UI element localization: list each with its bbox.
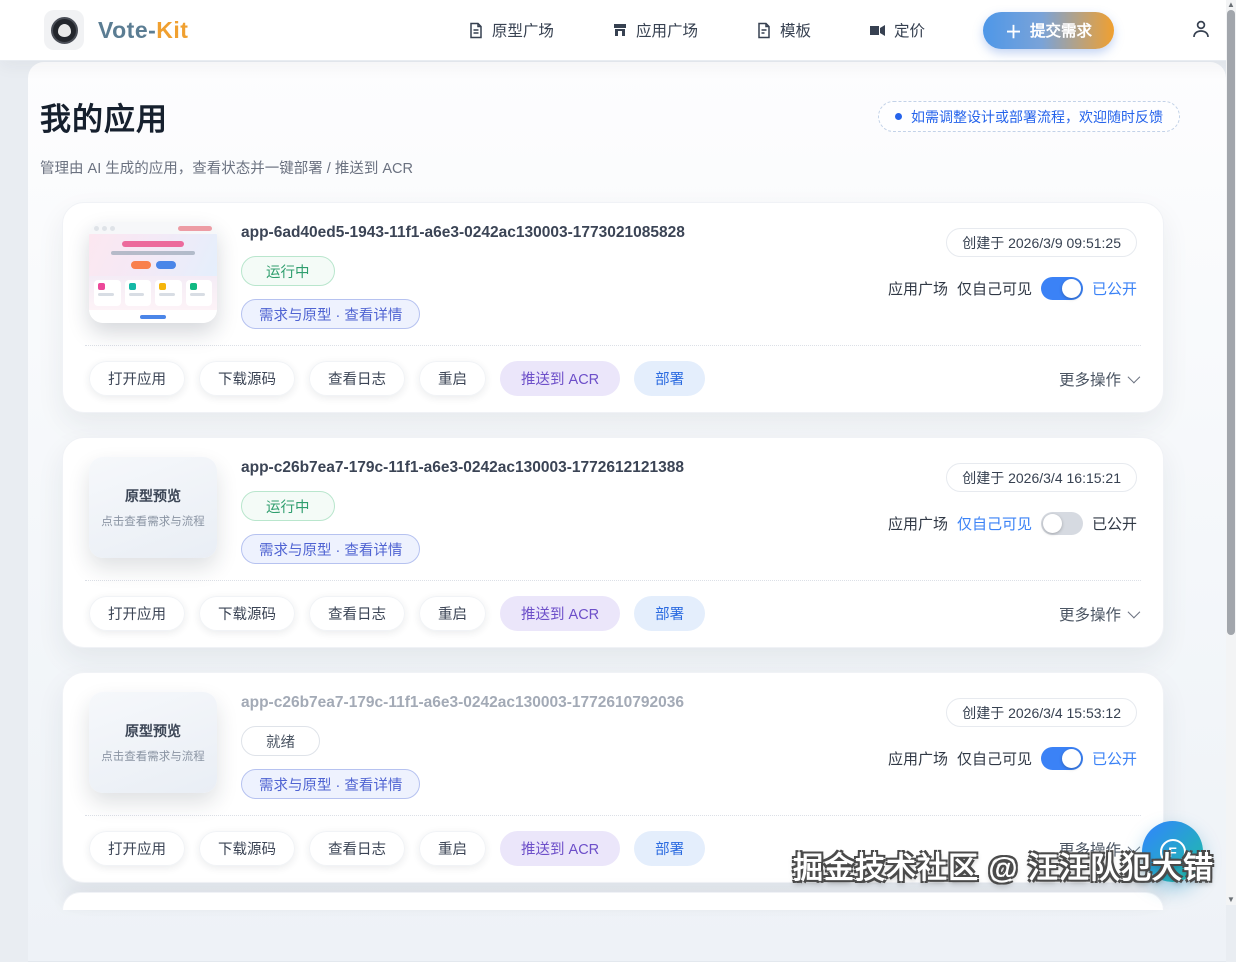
page-title: 我的应用: [40, 94, 168, 139]
more-actions-link[interactable]: 更多操作: [1059, 838, 1137, 860]
logo-coin-icon: [51, 17, 78, 44]
view-logs-button[interactable]: 查看日志: [309, 831, 405, 866]
published-label: 已公开: [1092, 278, 1137, 299]
status-badge: 运行中: [241, 491, 335, 521]
more-actions-link[interactable]: 更多操作: [1059, 368, 1137, 390]
nav-item-templates[interactable]: 模板: [756, 19, 811, 41]
pricing-tag-icon: [869, 23, 886, 38]
scrollbar-up-arrow[interactable]: ▲: [1226, 0, 1236, 10]
private-label: 仅自己可见: [957, 278, 1032, 299]
scrollbar-thumb[interactable]: [1227, 10, 1235, 635]
publish-toggle[interactable]: [1041, 277, 1083, 300]
created-at-badge: 创建于 2026/3/9 09:51:25: [946, 228, 1137, 257]
nav-item-pricing[interactable]: 定价: [869, 19, 925, 41]
vote-kit-logo[interactable]: [44, 10, 84, 50]
publish-toggle[interactable]: [1041, 512, 1083, 535]
private-label: 仅自己可见: [957, 513, 1032, 534]
push-acr-button[interactable]: 推送到 ACR: [500, 596, 620, 631]
download-source-button[interactable]: 下载源码: [199, 596, 295, 631]
download-source-button[interactable]: 下载源码: [199, 831, 295, 866]
feedback-float-button[interactable]: F: [1142, 821, 1203, 882]
app-card: 原型预览 点击查看需求与流程 app-c26b7ea7-179c-11f1-a6…: [62, 437, 1164, 648]
open-app-button[interactable]: 打开应用: [89, 361, 185, 396]
published-label: 已公开: [1092, 513, 1137, 534]
dotted-divider: [85, 815, 1141, 816]
created-at-badge: 创建于 2026/3/4 15:53:12: [946, 698, 1137, 727]
push-acr-button[interactable]: 推送到 ACR: [500, 831, 620, 866]
document-icon: [468, 22, 484, 39]
private-label: 仅自己可见: [957, 748, 1032, 769]
scrollbar-down-arrow[interactable]: ▼: [1226, 895, 1236, 905]
requirements-detail-link[interactable]: 需求与原型 · 查看详情: [241, 769, 420, 799]
brand-name: Vote-Kit: [98, 17, 188, 44]
visibility-row: 应用广场 仅自己可见 已公开: [888, 747, 1137, 770]
status-badge: 就绪: [241, 726, 320, 756]
visibility-row: 应用广场 仅自己可见 已公开: [888, 512, 1137, 535]
main-nav: 原型广场 应用广场 模板 定价 ＋ 提交需求: [468, 12, 1212, 49]
deploy-button[interactable]: 部署: [634, 596, 705, 631]
download-source-button[interactable]: 下载源码: [199, 361, 295, 396]
app-thumbnail-preview[interactable]: [89, 222, 217, 323]
feedback-tip-pill[interactable]: 如需调整设计或部署流程，欢迎随时反馈: [878, 101, 1180, 132]
restart-button[interactable]: 重启: [419, 361, 486, 396]
published-label: 已公开: [1092, 748, 1137, 769]
app-id: app-c26b7ea7-179c-11f1-a6e3-0242ac130003…: [241, 694, 684, 712]
feedback-icon: F: [1160, 839, 1186, 865]
open-app-button[interactable]: 打开应用: [89, 596, 185, 631]
created-at-badge: 创建于 2026/3/4 16:15:21: [946, 463, 1137, 492]
view-logs-button[interactable]: 查看日志: [309, 596, 405, 631]
chevron-down-icon: [1128, 841, 1141, 854]
status-badge: 运行中: [241, 256, 335, 286]
plus-icon: ＋: [1005, 18, 1022, 43]
app-card-list: app-6ad40ed5-1943-11f1-a6e3-0242ac130003…: [62, 202, 1164, 910]
user-icon: [1190, 18, 1212, 43]
view-logs-button[interactable]: 查看日志: [309, 361, 405, 396]
open-app-button[interactable]: 打开应用: [89, 831, 185, 866]
publish-toggle[interactable]: [1041, 747, 1083, 770]
page-subtitle: 管理由 AI 生成的应用，查看状态并一键部署 / 推送到 ACR: [40, 157, 1208, 178]
dotted-divider: [85, 580, 1141, 581]
more-actions-link[interactable]: 更多操作: [1059, 603, 1137, 625]
deploy-button[interactable]: 部署: [634, 361, 705, 396]
app-thumbnail-placeholder[interactable]: 原型预览 点击查看需求与流程: [89, 692, 217, 793]
chevron-down-icon: [1128, 371, 1141, 384]
submit-request-button[interactable]: ＋ 提交需求: [983, 12, 1114, 49]
top-navbar: Vote-Kit 原型广场 应用广场 模板 定价 ＋: [0, 0, 1236, 60]
app-card: app-6ad40ed5-1943-11f1-a6e3-0242ac130003…: [62, 202, 1164, 413]
visibility-row: 应用广场 仅自己可见 已公开: [888, 277, 1137, 300]
app-id: app-6ad40ed5-1943-11f1-a6e3-0242ac130003…: [241, 224, 685, 242]
push-acr-button[interactable]: 推送到 ACR: [500, 361, 620, 396]
storefront-icon: [612, 22, 628, 38]
user-profile-button[interactable]: [1190, 18, 1212, 43]
app-card: 原型预览 点击查看需求与流程 app-c26b7ea7-179c-11f1-a6…: [62, 672, 1164, 883]
blue-dot-icon: [895, 113, 902, 120]
next-app-card-peek: [62, 892, 1164, 910]
requirements-detail-link[interactable]: 需求与原型 · 查看详情: [241, 534, 420, 564]
nav-item-prototype-plaza[interactable]: 原型广场: [468, 19, 554, 41]
main-surface: 我的应用 如需调整设计或部署流程，欢迎随时反馈 管理由 AI 生成的应用，查看状…: [28, 62, 1226, 962]
restart-button[interactable]: 重启: [419, 596, 486, 631]
dotted-divider: [85, 345, 1141, 346]
requirements-detail-link[interactable]: 需求与原型 · 查看详情: [241, 299, 420, 329]
restart-button[interactable]: 重启: [419, 831, 486, 866]
app-thumbnail-placeholder[interactable]: 原型预览 点击查看需求与流程: [89, 457, 217, 558]
vertical-scrollbar[interactable]: ▲ ▼: [1226, 0, 1236, 905]
deploy-button[interactable]: 部署: [634, 831, 705, 866]
template-icon: [756, 22, 772, 39]
app-id: app-c26b7ea7-179c-11f1-a6e3-0242ac130003…: [241, 459, 684, 477]
chevron-down-icon: [1128, 606, 1141, 619]
nav-item-app-plaza[interactable]: 应用广场: [612, 19, 698, 41]
mini-screenshot: [89, 222, 217, 323]
